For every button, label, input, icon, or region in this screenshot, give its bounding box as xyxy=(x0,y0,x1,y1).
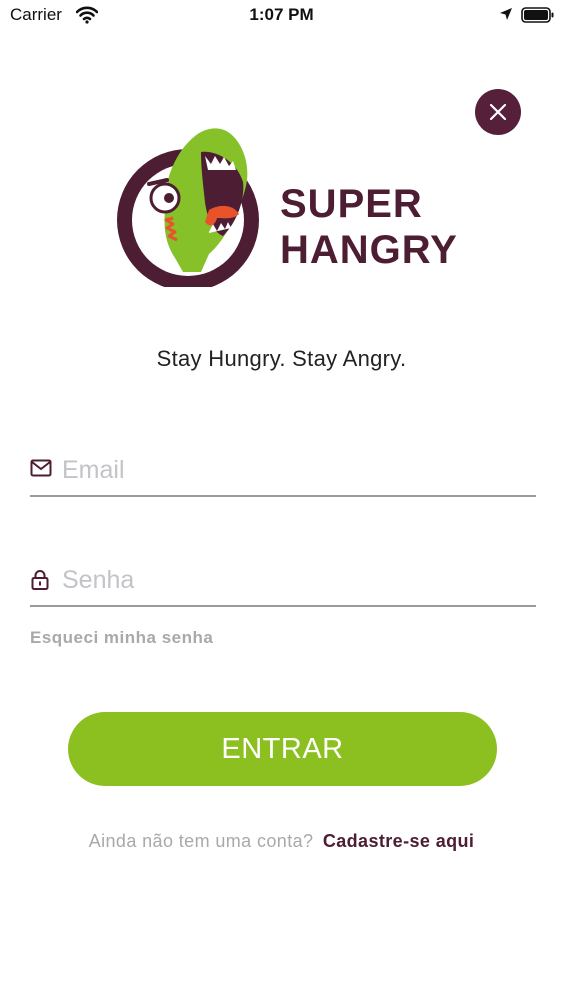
location-arrow-icon xyxy=(499,7,513,26)
password-field[interactable] xyxy=(30,555,536,607)
close-icon xyxy=(489,103,507,121)
battery-icon xyxy=(521,6,555,29)
status-time: 1:07 PM xyxy=(249,5,314,24)
logo-line2: HANGRY xyxy=(280,228,458,272)
logo-line1: SUPER xyxy=(280,182,423,226)
forgot-password-link[interactable]: Esqueci minha senha xyxy=(30,628,213,648)
signup-prompt: Ainda não tem uma conta? xyxy=(88,831,314,851)
password-input[interactable] xyxy=(60,555,534,605)
login-button[interactable]: ENTRAR xyxy=(68,712,497,786)
tagline: Stay Hungry. Stay Angry. xyxy=(156,346,407,371)
lock-icon xyxy=(30,569,50,596)
signup-link[interactable]: Cadastre-se aqui xyxy=(323,831,474,851)
brand-logo: SUPER HANGRY xyxy=(105,122,465,291)
email-input[interactable] xyxy=(60,445,534,495)
envelope-icon xyxy=(30,459,52,482)
status-bar: Carrier 1:07 PM xyxy=(0,0,563,34)
signup-row: Ainda não tem uma conta? Cadastre-se aqu… xyxy=(0,831,563,852)
close-button[interactable] xyxy=(475,89,521,135)
email-field[interactable] xyxy=(30,445,536,497)
